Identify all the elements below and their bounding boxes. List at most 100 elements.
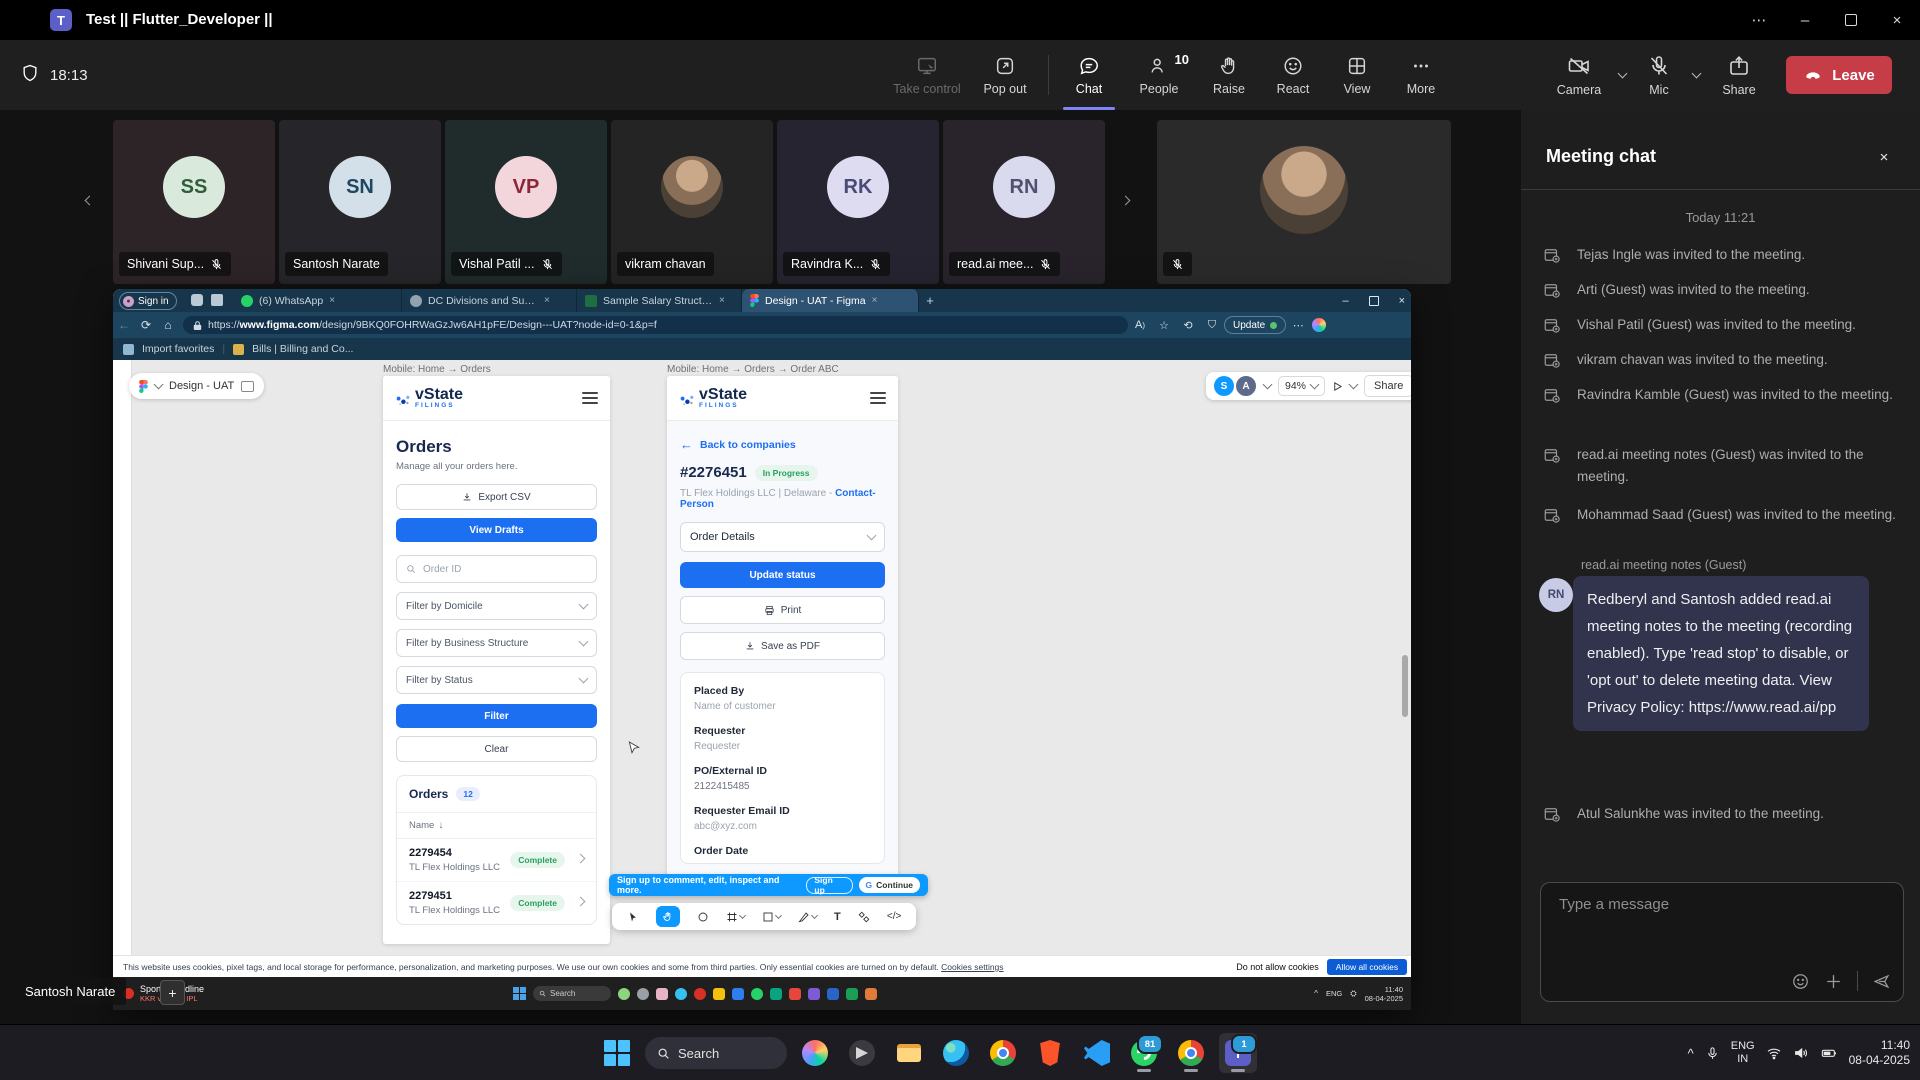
camera-button[interactable]: Camera [1550, 40, 1608, 110]
react-button[interactable]: React [1261, 40, 1325, 110]
chat-input-box[interactable] [1540, 882, 1904, 1002]
chrome-profile-icon[interactable] [1172, 1033, 1210, 1073]
tray-mic-icon[interactable] [1705, 1046, 1720, 1061]
zoom-level-select[interactable]: 94% [1278, 376, 1325, 396]
attach-plus-icon[interactable] [1824, 972, 1843, 991]
whatsapp-icon[interactable]: 81 [1125, 1033, 1163, 1073]
page-scrollbar-thumb[interactable] [1402, 655, 1408, 717]
allow-cookies-button[interactable]: Allow all cookies [1327, 959, 1407, 975]
frame-tool[interactable] [726, 911, 745, 923]
present-chevron[interactable] [1349, 380, 1359, 390]
deny-cookies-button[interactable]: Do not allow cookies [1236, 962, 1319, 972]
browser-close-icon[interactable]: × [1399, 295, 1405, 307]
update-status-button[interactable]: Update status [680, 562, 885, 588]
browser-update-button[interactable]: Update [1224, 316, 1286, 334]
new-tab-button[interactable]: + [919, 289, 941, 312]
share-button[interactable]: Share [1710, 40, 1768, 110]
wifi-icon[interactable] [1766, 1045, 1782, 1061]
comment-tool[interactable] [697, 911, 709, 923]
collections-icon[interactable]: ⛉ [1200, 319, 1224, 332]
battery-icon[interactable] [1820, 1045, 1838, 1061]
figma-frame-orders[interactable]: vStateFILINGS Orders Manage all your ord… [383, 376, 610, 944]
chat-message-input[interactable] [1557, 895, 1881, 914]
tray-expand-icon[interactable]: ^ [1688, 1046, 1694, 1061]
teams-taskbar-icon[interactable]: T1 [1219, 1033, 1257, 1073]
view-drafts-button[interactable]: View Drafts [396, 518, 597, 542]
emoji-icon[interactable] [1791, 972, 1810, 991]
filter-status-select[interactable]: Filter by Status [396, 666, 597, 694]
clear-button[interactable]: Clear [396, 736, 597, 762]
figma-canvas[interactable]: Design - UAT S A 94% Share Mobile: Home … [113, 360, 1411, 955]
file-explorer-icon[interactable] [890, 1033, 928, 1073]
start-button[interactable] [598, 1033, 636, 1073]
participant-tile[interactable]: VP Vishal Patil ... [445, 120, 607, 284]
participant-tile[interactable]: SN Santosh Narate [279, 120, 441, 284]
copilot-icon[interactable] [1312, 318, 1326, 332]
export-csv-button[interactable]: Export CSV [396, 484, 597, 510]
history-icon[interactable]: ⟲ [1176, 319, 1200, 332]
cookies-settings-link[interactable]: Cookies settings [941, 962, 1003, 972]
leave-button[interactable]: Leave [1786, 56, 1892, 94]
browser-minimize-icon[interactable]: – [1342, 295, 1348, 307]
google-continue-button[interactable]: GContinue [859, 877, 920, 893]
chrome-icon[interactable] [984, 1033, 1022, 1073]
chat-button[interactable]: Chat [1057, 40, 1121, 110]
address-bar[interactable]: https://www.figma.com/design/9BKQ0FOHRWa… [183, 316, 1128, 334]
tab-close-icon[interactable]: × [329, 295, 335, 306]
zoom-in-share-button[interactable]: + [160, 980, 185, 1005]
minimize-button[interactable]: – [1782, 0, 1828, 40]
spotlight-tile[interactable] [1157, 120, 1451, 284]
people-button[interactable]: 10 People [1121, 40, 1197, 110]
mic-options-chevron[interactable] [1686, 73, 1706, 77]
collaborators-chevron[interactable] [1263, 380, 1273, 390]
participant-tile[interactable]: RK Ravindra K... [777, 120, 939, 284]
browser-workspaces-icon[interactable] [191, 294, 203, 306]
filter-business-select[interactable]: Filter by Business Structure [396, 629, 597, 657]
vscode-icon[interactable] [1078, 1033, 1116, 1073]
tab-figma-active[interactable]: Design - UAT - Figma× [742, 289, 919, 312]
home-icon[interactable]: ⌂ [157, 318, 179, 332]
send-icon[interactable] [1872, 972, 1891, 991]
order-row[interactable]: 2279454TL Flex Holdings LLC Complete [397, 839, 596, 882]
shape-tool[interactable] [762, 911, 781, 923]
figma-signup-button[interactable]: Sign up [806, 877, 852, 894]
save-as-pdf-button[interactable]: Save as PDF [680, 632, 885, 660]
taskbar-clock[interactable]: 11:4008-04-2025 [1849, 1038, 1910, 1068]
titlebar-more-icon[interactable]: ⋯ [1736, 0, 1782, 40]
brave-icon[interactable] [1031, 1033, 1069, 1073]
name-column-header[interactable]: Name↓ [397, 812, 596, 839]
view-button[interactable]: View [1325, 40, 1389, 110]
participant-tile[interactable]: RN read.ai mee... [943, 120, 1105, 284]
tab-dc-divisions[interactable]: DC Divisions and Surroundings× [402, 289, 577, 312]
copilot-app-icon[interactable] [796, 1033, 834, 1073]
browser-tab-search-icon[interactable] [211, 294, 223, 306]
mic-button[interactable]: Mic [1636, 40, 1682, 110]
browser-signin-button[interactable]: ● Sign in [119, 292, 177, 310]
layout-panel-icon[interactable] [241, 381, 254, 392]
hamburger-menu-icon[interactable] [582, 392, 598, 404]
language-indicator[interactable]: ENGIN [1731, 1040, 1755, 1066]
hand-tool-selected[interactable] [656, 906, 680, 927]
tab-close-icon[interactable]: × [719, 295, 725, 306]
frame-label[interactable]: Mobile: Home → Orders [383, 364, 491, 375]
collaborator-avatar[interactable]: S [1214, 376, 1234, 396]
favorite-star-icon[interactable]: ☆ [1152, 319, 1176, 332]
pop-out-button[interactable]: Pop out [970, 40, 1040, 110]
participant-tile[interactable]: SS Shivani Sup... [113, 120, 275, 284]
chat-close-icon[interactable]: × [1874, 147, 1894, 167]
back-to-companies-link[interactable]: ←Back to companies [680, 437, 885, 452]
order-id-search[interactable]: Order ID [396, 555, 597, 583]
tab-whatsapp[interactable]: (6) WhatsApp× [233, 289, 402, 312]
tiles-scroll-right-icon[interactable] [1116, 188, 1134, 216]
app-icon[interactable] [843, 1033, 881, 1073]
resources-tool[interactable] [858, 911, 870, 923]
close-button[interactable]: × [1874, 0, 1920, 40]
dev-mode-tool[interactable]: </> [887, 911, 901, 922]
text-tool[interactable]: T [834, 911, 841, 923]
present-icon[interactable] [1332, 381, 1343, 392]
figma-doc-chip[interactable]: Design - UAT [129, 373, 264, 399]
filter-domicile-select[interactable]: Filter by Domicile [396, 592, 597, 620]
edge-icon[interactable] [937, 1033, 975, 1073]
hamburger-menu-icon[interactable] [870, 392, 886, 404]
taskbar-search[interactable]: Search [645, 1037, 787, 1069]
